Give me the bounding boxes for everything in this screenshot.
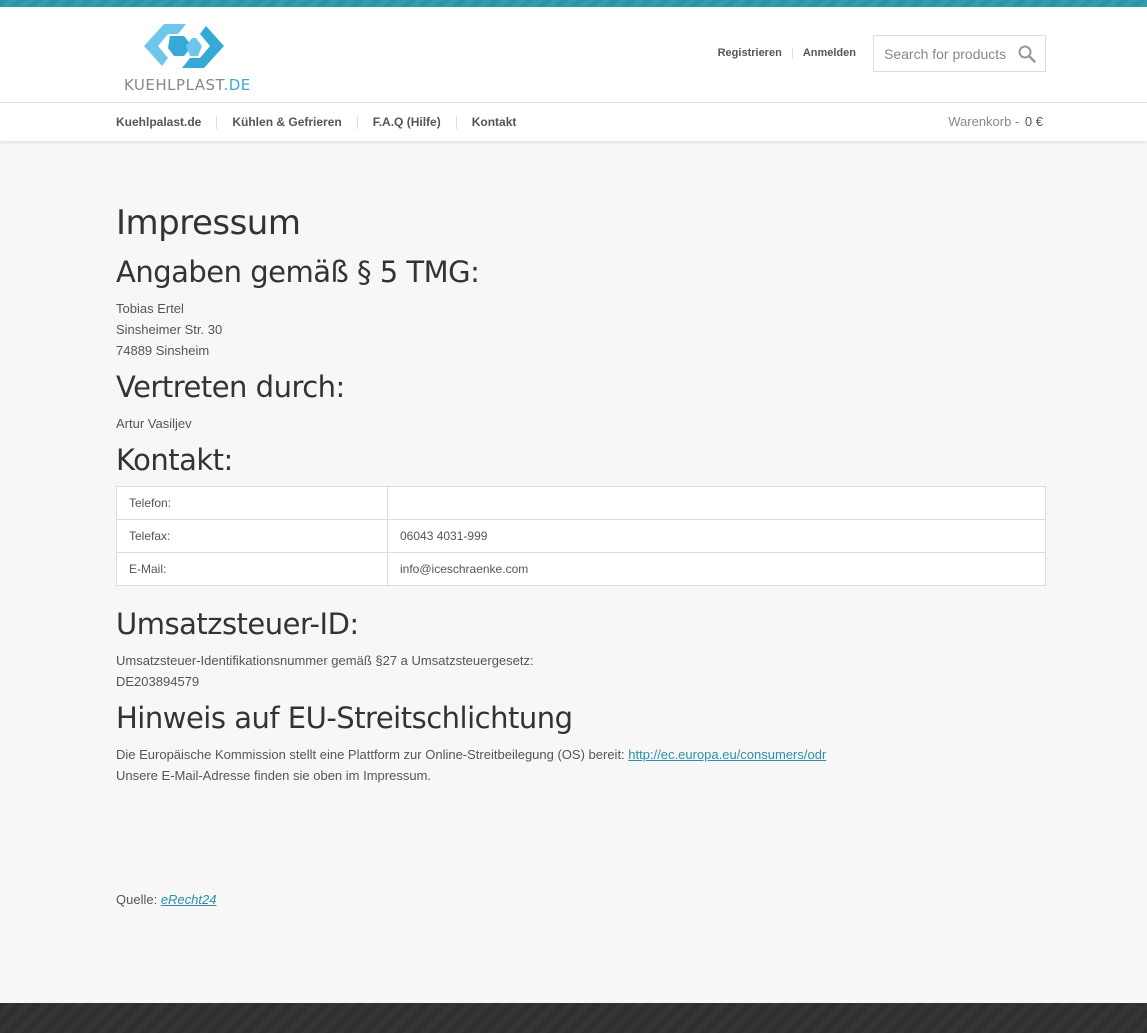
heading-contact: Kontakt: [116, 443, 233, 477]
heading-vat-id: Umsatzsteuer-ID: [116, 607, 359, 641]
nav-item-kontakt[interactable]: Kontakt [472, 115, 517, 129]
contact-value-phone [387, 486, 1046, 520]
eu-dispute-email-note: Unsere E-Mail-Adresse finden sie oben im… [116, 768, 432, 783]
contact-value-email: info@iceschraenke.com [387, 552, 1046, 586]
heading-representative: Vertreten durch: [116, 370, 345, 404]
logo-wordmark: KUEHLPLAST.DE [124, 76, 251, 94]
address-street: Sinsheimer Str. 30 [116, 322, 223, 337]
nav-item-kuehlen-gefrieren[interactable]: Kühlen & Gefrieren [232, 115, 341, 129]
nav-item-faq[interactable]: F.A.Q (Hilfe) [373, 115, 441, 129]
site-logo[interactable]: KUEHLPLAST.DE [122, 20, 262, 95]
cart-link[interactable]: Warenkorb - 0 € [948, 114, 1043, 129]
search-input[interactable] [884, 36, 1014, 71]
cart-label: Warenkorb - [948, 114, 1020, 129]
vat-number: DE203894579 [116, 674, 200, 689]
contact-value-fax: 06043 4031-999 [387, 519, 1046, 553]
divider [216, 115, 218, 129]
register-link[interactable]: Registrieren [718, 47, 782, 59]
contact-table: Telefon: Telefax: 06043 4031-999 E-Mail:… [116, 486, 1046, 586]
table-row: Telefax: 06043 4031-999 [116, 519, 1046, 553]
address-city: 74889 Sinsheim [116, 343, 210, 358]
eu-odr-link[interactable]: http://ec.europa.eu/consumers/odr [628, 747, 826, 762]
representative-name: Artur Vasiljev [116, 416, 192, 431]
cart-amount: 0 € [1024, 114, 1043, 129]
table-row: Telefon: [116, 486, 1046, 520]
address-block: Tobias Ertel Sinsheimer Str. 30 74889 Si… [116, 298, 1046, 361]
search-icon[interactable] [1018, 45, 1036, 63]
eu-dispute-block: Die Europäische Kommission stellt eine P… [116, 744, 1046, 786]
vat-block: Umsatzsteuer-Identifikationsnummer gemäß… [116, 650, 1046, 692]
login-link[interactable]: Anmelden [803, 47, 856, 59]
erecht24-link[interactable]: eRecht24 [161, 892, 217, 907]
page-title: Impressum [116, 203, 301, 243]
account-links: Registrieren Anmelden [718, 47, 856, 59]
site-footer [0, 1003, 1147, 1033]
divider [356, 115, 358, 129]
nav-item-home[interactable]: Kuehlpalast.de [116, 115, 201, 129]
source-note: Quelle: eRecht24 [116, 892, 216, 907]
divider [791, 47, 793, 59]
main-content: Impressum Angaben gemäß § 5 TMG: Tobias … [116, 200, 1046, 786]
heading-tmg: Angaben gemäß § 5 TMG: [116, 255, 480, 289]
logo-icon [144, 24, 224, 68]
contact-label-fax: Telefax: [116, 519, 388, 553]
top-accent-bar [0, 0, 1147, 7]
source-label: Quelle: [116, 892, 161, 907]
divider [455, 115, 457, 129]
main-nav: Kuehlpalast.de Kühlen & Gefrieren F.A.Q … [0, 103, 1147, 141]
heading-eu-dispute: Hinweis auf EU-Streitschlichtung [116, 701, 573, 735]
contact-label-email: E-Mail: [116, 552, 388, 586]
contact-label-phone: Telefon: [116, 486, 388, 520]
address-name: Tobias Ertel [116, 301, 184, 316]
search-box [873, 35, 1046, 72]
eu-dispute-text: Die Europäische Kommission stellt eine P… [116, 747, 629, 762]
table-row: E-Mail: info@iceschraenke.com [116, 552, 1046, 586]
site-header: KUEHLPLAST.DE Registrieren Anmelden [0, 7, 1147, 103]
vat-description: Umsatzsteuer-Identifikationsnummer gemäß… [116, 653, 534, 668]
